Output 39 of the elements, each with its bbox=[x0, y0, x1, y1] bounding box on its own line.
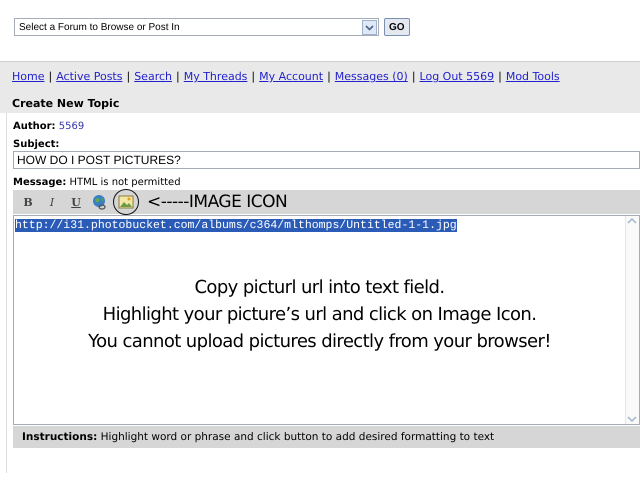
instruction-overlay-text: Highlight your picture’s url and click on Image Icon. bbox=[102, 303, 538, 327]
scrollbar[interactable] bbox=[625, 216, 639, 424]
separator: | bbox=[48, 70, 52, 83]
author-label: Author: bbox=[13, 121, 56, 132]
selected-url-text: http://i31.photobucket.com/albums/c364/mlthomps/Untitled-1-1.jpg bbox=[15, 219, 457, 232]
subject-label: Subject: bbox=[13, 139, 60, 150]
message-textarea[interactable] bbox=[13, 215, 640, 425]
nav-link[interactable]: Home bbox=[12, 70, 44, 83]
nav-link[interactable]: Messages (0) bbox=[334, 70, 408, 83]
html-note: HTML is not permitted bbox=[70, 177, 181, 188]
separator: | bbox=[251, 70, 256, 83]
underline-button[interactable]: U bbox=[71, 196, 81, 208]
scroll-up-icon[interactable] bbox=[626, 216, 638, 226]
forum-select[interactable]: Select a Forum to Browse or Post In bbox=[14, 18, 379, 36]
separator: | bbox=[498, 70, 502, 83]
nav-link[interactable]: My Account bbox=[259, 70, 324, 83]
italic-button[interactable]: I bbox=[50, 196, 54, 208]
separator: | bbox=[412, 70, 416, 83]
section-title: Create New Topic bbox=[12, 97, 120, 110]
nav-link[interactable]: My Threads bbox=[184, 70, 248, 83]
nav-link[interactable]: Search bbox=[134, 70, 172, 83]
bold-button[interactable]: B bbox=[23, 196, 33, 208]
subject-field[interactable]: HOW DO I POST PICTURES? bbox=[13, 151, 640, 169]
annotation-text: <-----IMAGE ICON bbox=[147, 192, 288, 212]
author-link[interactable]: 5569 bbox=[58, 121, 84, 132]
instruction-overlay-text: You cannot upload pictures directly from your browser! bbox=[87, 330, 552, 354]
scroll-down-icon[interactable] bbox=[626, 414, 638, 424]
image-icon[interactable] bbox=[118, 194, 134, 210]
instructions-text: Instructions: Highlight word or phrase and click button to add desired formatting to text bbox=[22, 431, 494, 443]
instruction-overlay-text: Copy picturl url into text field. bbox=[193, 276, 446, 300]
message-label: Message: bbox=[13, 177, 66, 188]
separator: | bbox=[176, 70, 180, 83]
separator: | bbox=[126, 70, 130, 83]
separator: | bbox=[327, 70, 331, 83]
go-button[interactable]: GO bbox=[384, 18, 410, 36]
nav-link[interactable]: Active Posts bbox=[56, 70, 122, 83]
nav-link[interactable]: Mod Tools bbox=[506, 70, 560, 83]
globe-link-icon[interactable] bbox=[92, 194, 108, 210]
nav-link[interactable]: Log Out 5569 bbox=[420, 70, 494, 83]
